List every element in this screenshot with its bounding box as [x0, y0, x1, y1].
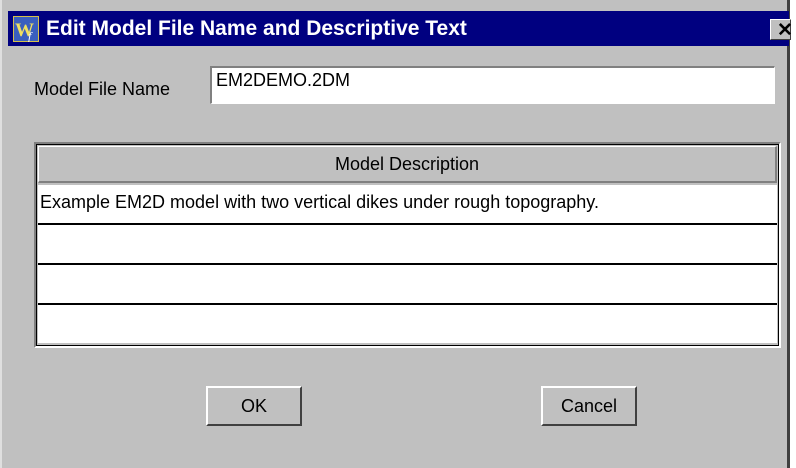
column-header-model-description[interactable]: Model Description — [38, 146, 777, 183]
close-icon: ✕ — [777, 20, 793, 41]
description-cell[interactable]: Example EM2D model with two vertical dik… — [38, 192, 599, 212]
close-button[interactable]: ✕ — [770, 19, 793, 41]
ok-button[interactable]: OK — [206, 386, 302, 426]
model-file-name-input[interactable] — [210, 66, 775, 104]
description-cell[interactable] — [38, 312, 40, 332]
title-bar[interactable]: W f Edit Model File Name and Descriptive… — [8, 11, 793, 46]
table-row[interactable]: Example EM2D model with two vertical dik… — [38, 185, 777, 225]
description-cell[interactable] — [38, 272, 40, 292]
cancel-button[interactable]: Cancel — [541, 386, 637, 426]
model-description-table: Model Description Example EM2D model wit… — [34, 142, 781, 348]
description-cell[interactable] — [38, 232, 40, 252]
model-file-name-label: Model File Name — [34, 79, 171, 99]
table-row[interactable] — [38, 305, 777, 343]
dialog-window: W f Edit Model File Name and Descriptive… — [0, 0, 793, 468]
window-title: Edit Model File Name and Descriptive Tex… — [46, 17, 467, 40]
table-row[interactable] — [38, 265, 777, 305]
app-icon: W f — [13, 16, 39, 43]
table-row[interactable] — [38, 225, 777, 265]
